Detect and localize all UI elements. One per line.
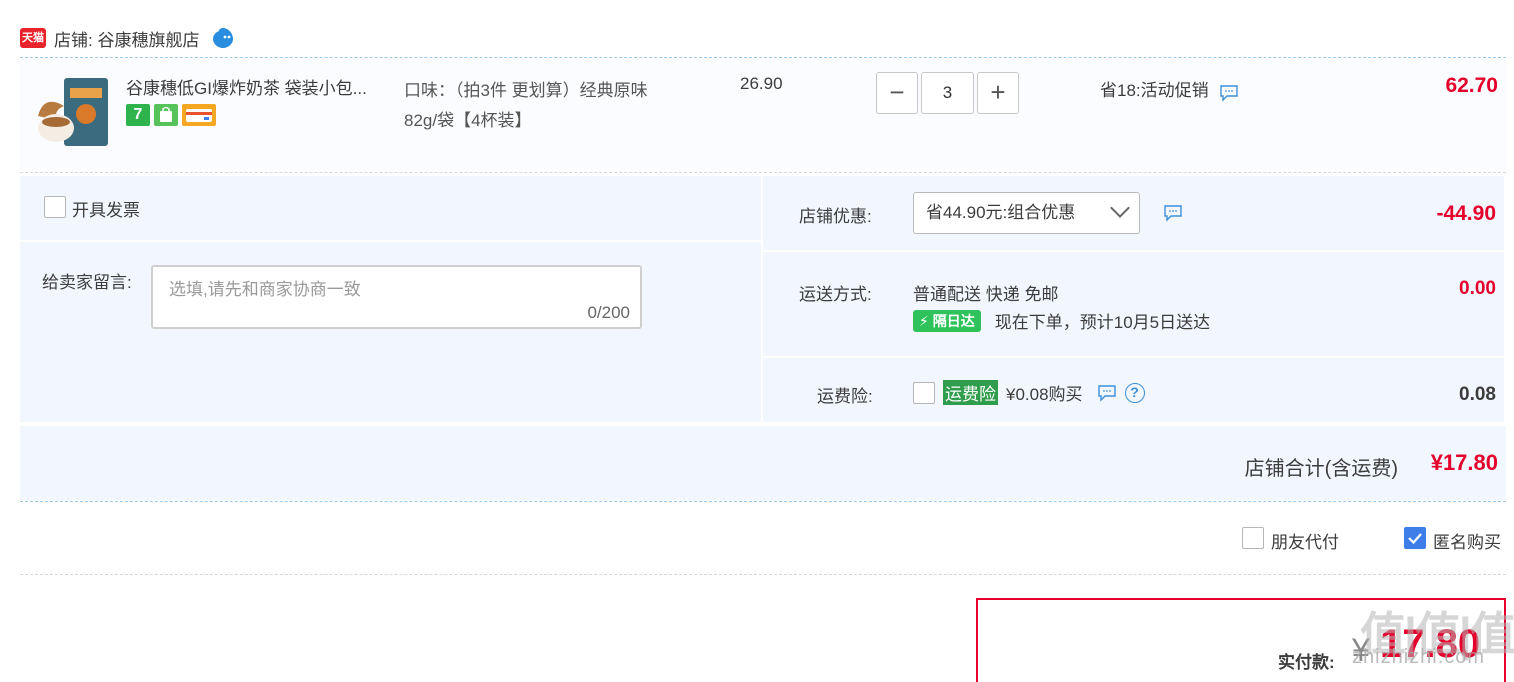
divider bbox=[20, 574, 1506, 575]
product-thumbnail[interactable] bbox=[34, 76, 112, 150]
sku-flavor: 口味：（拍3件 更划算）经典原味 bbox=[404, 81, 648, 100]
delivery-estimate: 现在下单，预计10月5日送达 bbox=[994, 313, 1211, 332]
shipping-insurance-price: ¥0.08购买 bbox=[1006, 385, 1083, 404]
next-day-delivery-text: 隔日达 bbox=[932, 312, 975, 329]
checkmark-icon bbox=[1408, 533, 1422, 545]
store-discount-selected: 省44.90元:组合优惠 bbox=[926, 203, 1076, 222]
comment-icon[interactable] bbox=[1219, 84, 1239, 102]
comment-icon[interactable] bbox=[1163, 204, 1183, 222]
store-name[interactable]: 店铺: 谷康穗旗舰店 bbox=[54, 26, 199, 51]
shipping-insurance-amount: 0.08 bbox=[1459, 384, 1496, 405]
shipping-insurance-info: 运费险 ¥0.08购买 ? bbox=[943, 380, 1145, 405]
shipping-label: 运送方式: bbox=[799, 285, 872, 304]
watermark-url: zhizhizhi.com bbox=[1352, 646, 1486, 668]
friend-pay-label[interactable]: 朋友代付 bbox=[1271, 528, 1339, 553]
quantity-increase-button[interactable]: + bbox=[977, 72, 1019, 114]
shipping-insurance-label: 运费险: bbox=[817, 387, 873, 406]
quantity-input[interactable]: 3 bbox=[921, 72, 974, 114]
promotion-text: 省18:活动促销 bbox=[1100, 76, 1239, 102]
anonymous-purchase-checkbox[interactable] bbox=[1404, 527, 1426, 549]
invoice-message-panel: 开具发票 给卖家留言: 选填,请先和商家协商一致 0/200 bbox=[20, 176, 761, 422]
store-total-value: ¥17.80 bbox=[1430, 450, 1498, 475]
seller-message-input[interactable]: 选填,请先和商家协商一致 0/200 bbox=[151, 265, 642, 329]
seller-message-placeholder: 选填,请先和商家协商一致 bbox=[169, 280, 361, 299]
comment-icon[interactable] bbox=[1097, 384, 1117, 402]
store-discount-amount: -44.90 bbox=[1436, 202, 1496, 225]
seven-day-return-icon: 7 bbox=[126, 104, 150, 126]
shipping-insurance-checkbox[interactable] bbox=[913, 382, 935, 404]
invoice-label[interactable]: 开具发票 bbox=[72, 196, 140, 221]
shipping-row: 运送方式: 普通配送 快递 免邮 ⚡ 隔日达 现在下单，预计10月5日送达 0.… bbox=[763, 252, 1504, 356]
unit-price: 26.90 bbox=[740, 74, 783, 93]
promotion-label: 省18:活动促销 bbox=[1100, 81, 1209, 100]
shipping-method: 普通配送 快递 免邮 bbox=[913, 285, 1059, 304]
service-badges: 7 bbox=[126, 104, 216, 126]
sku-spec: 82g/袋【4杯装】 bbox=[404, 111, 532, 130]
store-discount-row: 店铺优惠: 省44.90元:组合优惠 -44.90 bbox=[763, 176, 1504, 250]
wangwang-chat-icon[interactable] bbox=[211, 26, 235, 50]
next-day-delivery-tag: ⚡ 隔日达 bbox=[913, 309, 981, 332]
item-subtotal: 62.70 bbox=[1445, 74, 1498, 97]
seller-message-label: 给卖家留言: bbox=[42, 273, 132, 292]
store-total-bar: 店铺合计(含运费) ¥17.80 bbox=[20, 426, 1506, 500]
divider bbox=[20, 240, 761, 242]
store-discount-select[interactable]: 省44.90元:组合优惠 bbox=[913, 192, 1140, 234]
shopping-bag-badge-icon bbox=[154, 104, 178, 126]
credit-card-badge-icon bbox=[182, 104, 216, 126]
order-summary-panel: 店铺优惠: 省44.90元:组合优惠 -44.90 运送方式: 普通配送 快递 … bbox=[763, 176, 1504, 422]
cart-item-row: 谷康穗低GI爆炸奶茶 袋装小包... 7 口味：（拍3件 更划算）经典原味 82… bbox=[20, 58, 1506, 170]
friend-pay-checkbox[interactable] bbox=[1242, 527, 1264, 549]
quantity-decrease-button[interactable]: − bbox=[876, 72, 918, 114]
invoice-checkbox[interactable] bbox=[44, 196, 66, 218]
store-discount-label: 店铺优惠: bbox=[799, 207, 872, 226]
shipping-eta: ⚡ 隔日达 现在下单，预计10月5日送达 bbox=[913, 308, 1210, 333]
shipping-amount: 0.00 bbox=[1459, 278, 1496, 299]
divider bbox=[20, 501, 1506, 502]
chevron-down-icon bbox=[1110, 198, 1130, 218]
help-icon[interactable]: ? bbox=[1124, 382, 1145, 403]
product-title[interactable]: 谷康穗低GI爆炸奶茶 袋装小包... bbox=[126, 74, 396, 99]
store-header: 天猫 店铺: 谷康穗旗舰店 bbox=[20, 24, 235, 52]
seller-message-char-count: 0/200 bbox=[587, 303, 630, 322]
actual-payment-label: 实付款: bbox=[1278, 653, 1335, 672]
divider bbox=[20, 172, 1506, 173]
shipping-insurance-tag: 运费险 bbox=[943, 380, 998, 405]
tmall-logo-icon: 天猫 bbox=[20, 28, 46, 48]
store-total-label: 店铺合计(含运费) bbox=[1244, 458, 1398, 480]
anonymous-purchase-label[interactable]: 匿名购买 bbox=[1433, 528, 1501, 553]
shipping-insurance-row: 运费险: 运费险 ¥0.08购买 ? 0.08 bbox=[763, 358, 1504, 422]
